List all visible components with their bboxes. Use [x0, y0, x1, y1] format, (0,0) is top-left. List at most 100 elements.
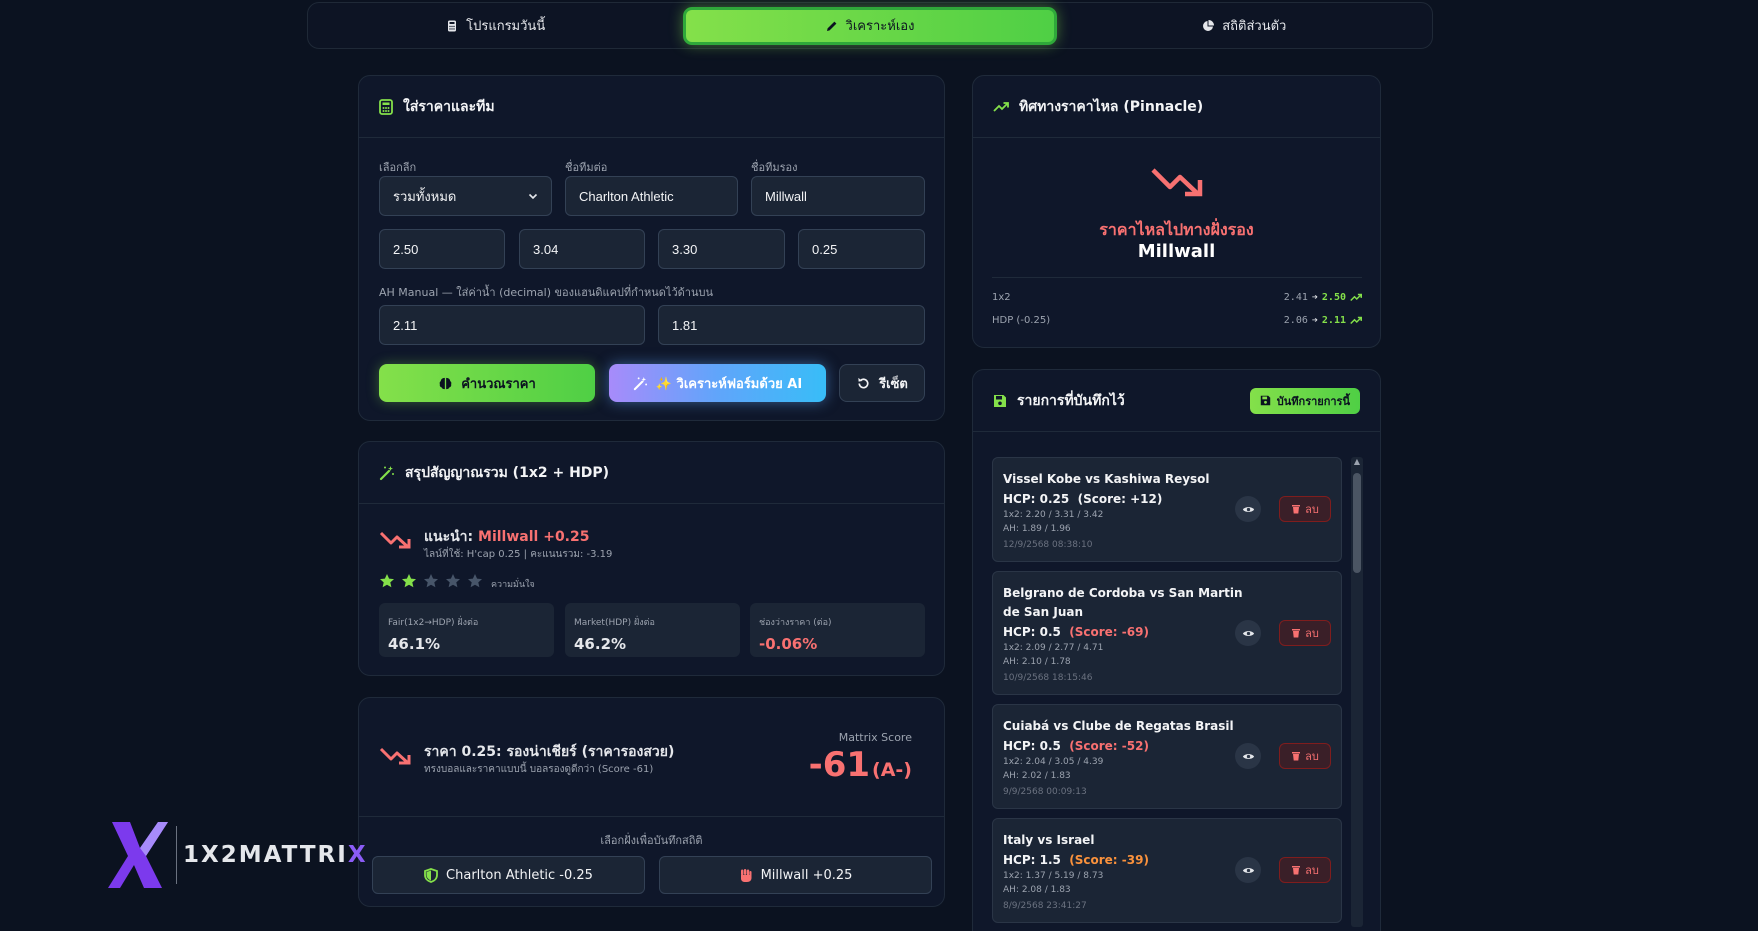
trend-row-values: 2.41 ➔ 2.50	[1284, 292, 1362, 303]
magic-wand-icon	[379, 465, 394, 480]
home-team-input[interactable]: Charlton Athletic	[565, 176, 738, 216]
item-date: 12/9/2568 08:38:10	[1003, 540, 1093, 550]
home-team-value: Charlton Athletic	[579, 188, 674, 204]
trash-icon	[1292, 752, 1301, 761]
chevron-down-icon	[528, 193, 538, 200]
stat-label: ช่องว่างราคา (ต่อ)	[759, 618, 832, 628]
item-hcp: HCP: 0.5	[1003, 625, 1061, 639]
item-date: 8/9/2568 23:41:27	[1003, 901, 1087, 911]
scrollbar-track[interactable]: ▲	[1351, 457, 1363, 927]
delete-button[interactable]: ลบ	[1279, 620, 1331, 646]
odds-home-input[interactable]: 2.50	[379, 229, 505, 269]
shield-icon	[424, 867, 438, 883]
eye-icon	[1242, 630, 1254, 636]
item-score: (Score: -69)	[1069, 625, 1149, 639]
trend-row-values: 2.06 ➔ 2.11	[1284, 315, 1362, 326]
trend-to: 2.50	[1321, 292, 1346, 303]
pick-away-label: Millwall +0.25	[760, 867, 853, 883]
price-trend-card: ทิศทางราคาไหล (Pinnacle) ราคาไหลไปทางฝั่…	[972, 75, 1381, 348]
score-label: Mattrix Score	[838, 731, 912, 744]
choose-side-label: เลือกฝั่งเพื่อบันทึกสถิติ	[600, 834, 703, 847]
item-date: 10/9/2568 18:15:46	[1003, 673, 1093, 683]
reset-button[interactable]: รีเซ็ต	[839, 364, 925, 402]
odds-value: 2.50	[393, 241, 419, 257]
handicap-input[interactable]: 0.25	[798, 229, 925, 269]
delete-button[interactable]: ลบ	[1279, 743, 1331, 769]
card-header: สรุปสัญญาณรวม (1x2 + HDP)	[359, 442, 944, 504]
arrow-right-icon: ➔	[1311, 292, 1318, 303]
item-teams: Cuiabá vs Clube de Regatas Brasil	[1003, 719, 1234, 733]
league-select-value: รวมทั้งหมด	[393, 188, 457, 204]
eye-icon	[1242, 867, 1254, 873]
trend-row-hdp: HDP (-0.25) 2.06 ➔ 2.11	[992, 315, 1362, 326]
stat-value: 46.1%	[388, 635, 441, 653]
item-hcp: HCP: 0.5	[1003, 739, 1061, 753]
delete-button[interactable]: ลบ	[1279, 857, 1331, 883]
scroll-up-icon[interactable]: ▲	[1351, 457, 1363, 467]
confidence-label: ความมั่นใจ	[491, 580, 535, 590]
divider	[359, 816, 944, 817]
save-icon	[994, 394, 1006, 407]
view-button[interactable]	[1235, 857, 1261, 883]
odds-value: 3.04	[533, 241, 559, 257]
tab-today-program[interactable]: โปรแกรมวันนี้	[312, 7, 679, 45]
item-hcp: HCP: 0.25	[1003, 492, 1070, 506]
trend-row-label: HDP (-0.25)	[992, 315, 1051, 326]
stat-label: Market(HDP) ฝั่งต่อ	[574, 618, 655, 628]
logo-divider	[176, 826, 177, 884]
item-score: (Score: -52)	[1069, 739, 1149, 753]
scrollbar-thumb[interactable]	[1353, 473, 1361, 573]
recommendation-value: Millwall +0.25	[478, 529, 590, 545]
save-entry-label: บันทึกรายการนี้	[1276, 394, 1350, 408]
view-button[interactable]	[1235, 743, 1261, 769]
star-icon	[424, 574, 438, 588]
delete-button[interactable]: ลบ	[1279, 496, 1331, 522]
stat-value: -0.06%	[759, 635, 818, 653]
recommendation-prefix: แนะนำ:	[424, 529, 474, 545]
magic-wand-icon	[633, 376, 647, 390]
tab-self-analysis[interactable]: วิเคราะห์เอง	[683, 6, 1057, 45]
item-teams: Italy vs Israel	[1003, 833, 1095, 847]
ah-home-value: 2.11	[393, 317, 418, 333]
view-button[interactable]	[1235, 620, 1261, 646]
eye-icon	[1242, 506, 1254, 512]
card-header: ใส่ราคาและทีม	[359, 76, 944, 138]
pie-chart-icon	[1203, 19, 1215, 31]
ah-home-input[interactable]: 2.11	[379, 305, 645, 345]
calculator-icon	[448, 20, 457, 31]
odds-draw-input[interactable]: 3.04	[519, 229, 645, 269]
saved-item: Cuiabá vs Clube de Regatas Brasil HCP: 0…	[992, 704, 1342, 809]
view-button[interactable]	[1235, 496, 1261, 522]
trend-from: 2.06	[1283, 315, 1308, 326]
score-grade: (A-)	[872, 759, 912, 781]
away-team-input[interactable]: Millwall	[751, 176, 925, 216]
logo-x-icon	[108, 822, 168, 888]
main-tabs: โปรแกรมวันนี้ วิเคราะห์เอง สถิติส่วนตัว	[307, 2, 1433, 49]
stat-label: Fair(1x2→HDP) ฝั่งต่อ	[388, 618, 479, 628]
tab-personal-stats[interactable]: สถิติส่วนตัว	[1061, 7, 1428, 45]
star-icon	[468, 574, 482, 588]
stat-gap: ช่องว่างราคา (ต่อ) -0.06%	[750, 603, 925, 657]
trend-row-1x2: 1x2 2.41 ➔ 2.50	[992, 292, 1362, 303]
pick-away-button[interactable]: Millwall +0.25	[659, 856, 932, 894]
trend-down-icon	[1151, 168, 1203, 197]
trash-icon	[1292, 866, 1301, 875]
ah-manual-label: AH Manual — ใส่ค่าน้ำ (decimal) ของแฮนดิ…	[379, 286, 713, 299]
saved-list-card: รายการที่บันทึกไว้ บันทึกรายการนี้ Visse…	[972, 369, 1381, 931]
pick-home-button[interactable]: Charlton Athletic -0.25	[372, 856, 645, 894]
odds-away-input[interactable]: 3.30	[658, 229, 785, 269]
summary-card: สรุปสัญญาณรวม (1x2 + HDP) แนะนำ: Millwal…	[358, 441, 945, 676]
save-entry-button[interactable]: บันทึกรายการนี้	[1249, 387, 1360, 414]
ah-away-input[interactable]: 1.81	[658, 305, 925, 345]
ai-analyze-button[interactable]: ✨ วิเคราะห์ฟอร์มด้วย AI	[609, 364, 826, 402]
item-teams: Belgrano de Cordoba vs San Martin de San…	[1003, 586, 1243, 619]
league-select[interactable]: รวมทั้งหมด	[379, 176, 552, 216]
trend-team: Millwall	[1137, 241, 1216, 262]
calculate-button[interactable]: คำนวณราคา	[379, 364, 595, 402]
delete-label: ลบ	[1305, 750, 1319, 763]
score-card: ราคา 0.25: รองน่าเชียร์ (ราคารองสวย) ทรง…	[358, 697, 945, 907]
pick-home-label: Charlton Athletic -0.25	[446, 867, 593, 883]
score-subtitle: ทรงบอลและราคาแบบนี้ บอลรองดูดีกว่า (Scor…	[424, 764, 654, 775]
score-value: -61	[808, 745, 871, 785]
trash-icon	[1292, 629, 1301, 638]
